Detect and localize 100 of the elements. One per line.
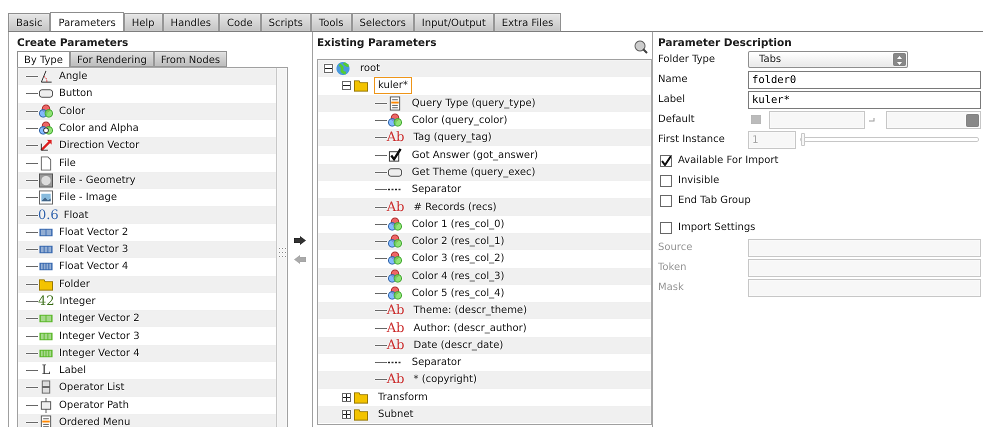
list-item[interactable]: Label [59, 363, 86, 378]
panel-title: Create Parameters [17, 36, 130, 50]
image-file-icon [38, 190, 54, 206]
color-circles-icon [38, 121, 54, 136]
folder-icon [353, 407, 369, 422]
checkbox[interactable] [660, 222, 672, 234]
tree-item[interactable]: Color 3 (res_col_2) [408, 250, 508, 268]
list-item[interactable]: Color and Alpha [59, 121, 139, 136]
checkbox-label: Invisible [678, 174, 720, 188]
field-label: Mask [658, 281, 685, 295]
type-glyph: 0.6 [38, 208, 59, 223]
field-label: Label [658, 93, 686, 107]
tree-item[interactable]: Subnet [374, 406, 418, 424]
folder-icon [38, 276, 54, 292]
list-item[interactable]: Integer Vector 3 [59, 328, 140, 344]
tab[interactable]: Tools [310, 13, 352, 31]
checkbox-label: Import Settings [678, 221, 756, 235]
tree-item[interactable]: * (copyright) [410, 371, 481, 388]
list-item[interactable]: File - Image [59, 190, 118, 206]
type-glyph: Ab [386, 200, 405, 215]
tab[interactable]: Parameters [50, 12, 124, 31]
sphere-file-icon [38, 172, 54, 188]
tree-item[interactable]: # Records (recs) [410, 198, 501, 216]
list-item[interactable]: Float Vector 2 [59, 224, 128, 240]
tab[interactable]: From Nodes [154, 51, 228, 67]
color-circles-icon [38, 104, 54, 119]
menu-list-icon [38, 415, 54, 427]
checkbox-icon [386, 148, 403, 163]
tab[interactable]: Help [124, 13, 163, 31]
field-label: Folder Type [658, 53, 716, 67]
tab[interactable]: By Type [17, 51, 70, 67]
tree-item[interactable]: Transform [374, 388, 432, 406]
tree-item[interactable]: Separator [408, 354, 466, 372]
arrow-icon [38, 138, 54, 154]
tree-item[interactable]: Got Answer (got_answer) [408, 146, 542, 164]
tab[interactable]: Input/Output [414, 13, 494, 31]
panel-title: Existing Parameters [317, 36, 436, 50]
tree-item[interactable]: Separator [408, 181, 466, 198]
type-glyph: Ab [386, 372, 405, 388]
tree-item[interactable]: Color 1 (res_col_0) [408, 216, 508, 233]
tree-item[interactable]: root [356, 60, 384, 78]
dropdown[interactable] [886, 110, 981, 128]
tree-item[interactable]: Theme: (descr_theme) [410, 302, 531, 320]
tab[interactable]: Basic [8, 13, 50, 31]
text-field[interactable]: kuler* [748, 90, 981, 108]
color-circles-icon [386, 234, 403, 250]
globe-icon [335, 61, 351, 76]
tab[interactable]: For Rendering [70, 51, 154, 67]
panel-title: Parameter Description [658, 36, 793, 50]
expander-icon[interactable] [342, 81, 351, 90]
tree-item[interactable]: Color 5 (res_col_4) [408, 285, 508, 302]
type-glyph: L [40, 363, 52, 378]
expander-icon[interactable] [342, 392, 351, 402]
field-icon [751, 115, 761, 124]
dropdown[interactable]: Tabs [748, 51, 908, 68]
list-item[interactable]: Button [59, 86, 92, 102]
link-icon [868, 117, 876, 122]
field-label: Source [658, 241, 694, 255]
list-item[interactable]: Float Vector 4 [59, 259, 128, 274]
right-arrow-icon[interactable] [294, 236, 306, 244]
tab[interactable]: Scripts [260, 13, 311, 31]
color-circles-icon [386, 216, 403, 232]
tree-item[interactable]: Date (descr_date) [410, 336, 508, 354]
expander-icon[interactable] [342, 410, 351, 420]
checkbox[interactable] [660, 194, 672, 206]
angle-icon [38, 69, 54, 84]
type-glyph: 42 [38, 294, 55, 309]
tree-item[interactable]: Tag (query_tag) [410, 129, 496, 146]
tab[interactable]: Extra Files [494, 13, 562, 31]
field-label: Name [658, 73, 689, 87]
color-circles-icon [386, 268, 403, 284]
field-label: First Instance [658, 133, 726, 147]
tree-item[interactable]: Color (query_color) [408, 112, 512, 130]
list-item[interactable]: Color [59, 104, 86, 119]
color-circles-icon [386, 251, 403, 266]
tree-item[interactable]: Author: (descr_author) [410, 320, 531, 337]
dashed-line-icon [386, 188, 403, 192]
checkbox-label: End Tab Group [678, 194, 751, 208]
dashed-line-icon [386, 361, 403, 364]
list-item[interactable]: Integer [60, 294, 96, 309]
list-item[interactable]: File [59, 156, 76, 171]
checkbox[interactable] [660, 174, 672, 186]
expander-icon[interactable] [324, 64, 333, 74]
type-glyph: Ab [386, 320, 405, 336]
text-field[interactable]: folder0 [748, 70, 981, 88]
list-item[interactable]: Operator Path [59, 398, 129, 413]
tab[interactable]: Code [219, 13, 261, 31]
type-glyph: Ab [386, 130, 405, 146]
type-glyph: Ab [386, 303, 405, 318]
list-item[interactable]: Folder [59, 276, 90, 292]
tab[interactable]: Handles [162, 13, 220, 31]
checkbox[interactable] [660, 154, 672, 166]
tab[interactable]: Selectors [352, 13, 414, 31]
color-circles-icon [386, 286, 403, 301]
list-item[interactable]: Float [64, 208, 88, 223]
tree-item[interactable]: kuler* [374, 77, 412, 94]
type-glyph: Ab [386, 338, 405, 353]
list-item[interactable]: Angle [59, 69, 88, 84]
search-icon[interactable] [634, 40, 648, 54]
left-arrow-icon[interactable] [294, 254, 306, 264]
